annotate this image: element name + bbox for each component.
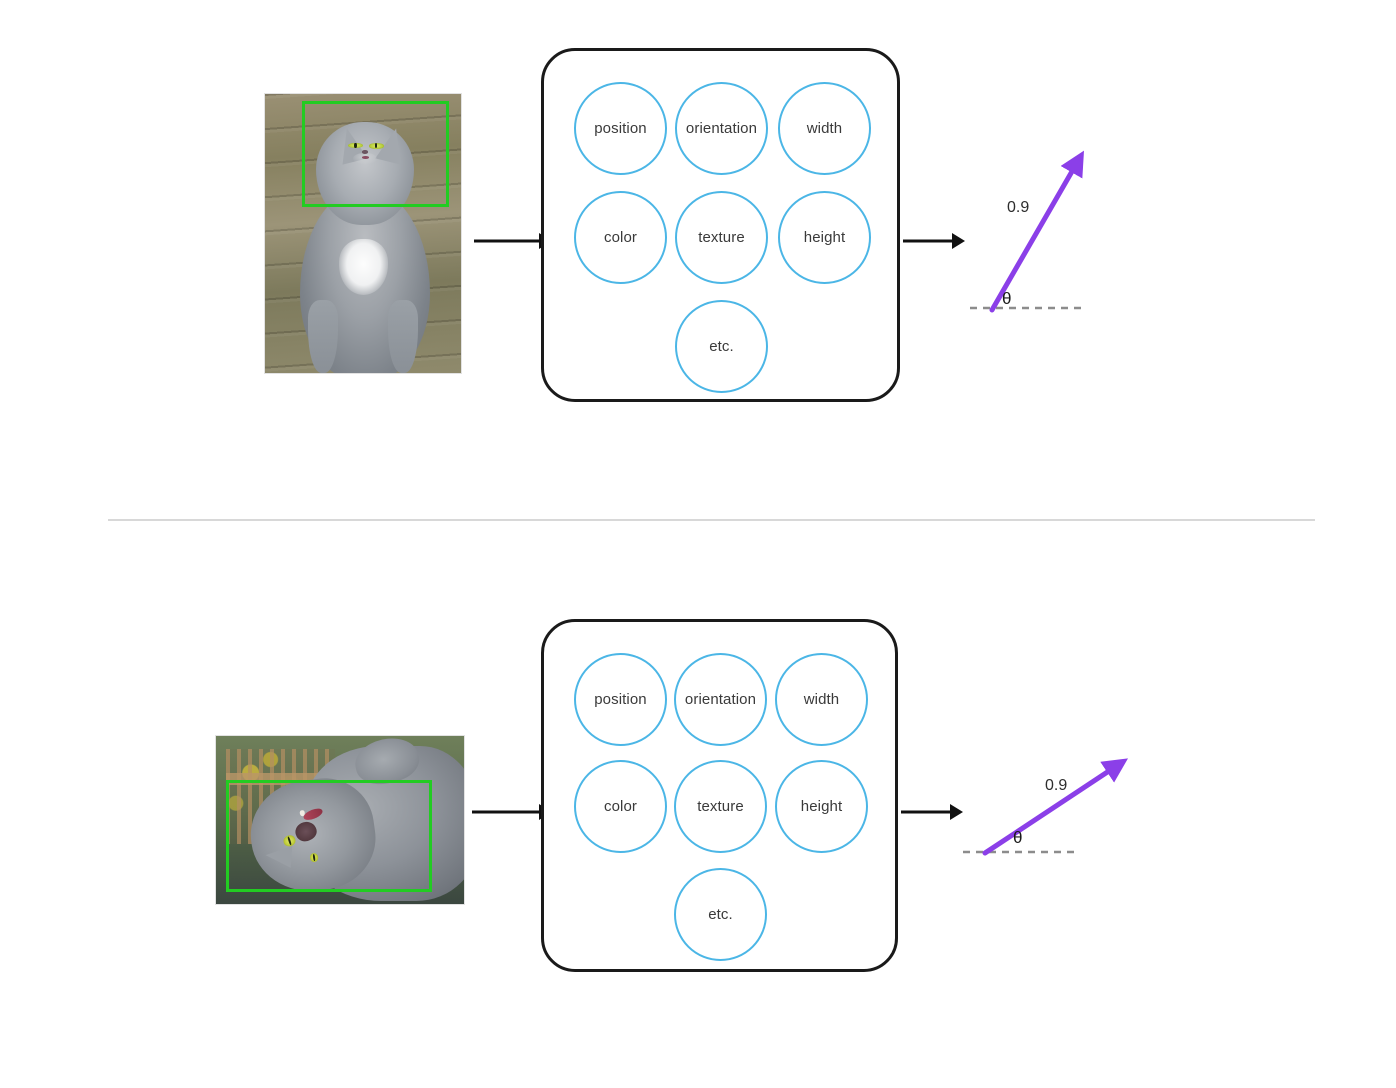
feature-label: orientation (684, 691, 757, 708)
arrow-features-to-vector (903, 233, 965, 249)
feature-circle-texture[interactable]: texture (675, 191, 768, 284)
feature-circle-etc[interactable]: etc. (675, 300, 768, 393)
feature-label: color (603, 229, 637, 246)
feature-circle-position[interactable]: position (574, 653, 667, 746)
feature-circle-height[interactable]: height (778, 191, 871, 284)
diagram-page: position orientation width color texture… (0, 0, 1396, 1088)
feature-label: position (594, 691, 647, 708)
panel-top: position orientation width color texture… (0, 0, 1396, 520)
feature-circle-texture[interactable]: texture (674, 760, 767, 853)
feature-label: texture (697, 798, 744, 815)
feature-label: height (800, 798, 843, 815)
feature-label: texture (698, 229, 745, 246)
feature-label: width (806, 120, 843, 137)
feature-label: orientation (685, 120, 758, 137)
panel-divider (108, 519, 1315, 521)
feature-circle-position[interactable]: position (574, 82, 667, 175)
vector-diagram-top: 0.9 θ (960, 140, 1140, 330)
vector-diagram-bottom: 0.9 θ (955, 758, 1155, 892)
vector-svg (970, 150, 1084, 313)
panel-bottom: position orientation width color texture… (0, 572, 1396, 1088)
arrow-shaft (474, 239, 541, 243)
feature-circle-color[interactable]: color (574, 760, 667, 853)
feature-box: position orientation width color texture… (541, 48, 900, 402)
feature-label: height (803, 229, 846, 246)
bounding-box-face (225, 779, 432, 893)
vector-magnitude-label: 0.9 (1045, 777, 1068, 794)
bounding-box-face (302, 100, 450, 207)
vector-arrow-line (989, 150, 1084, 313)
feature-label: color (603, 798, 637, 815)
arrow-shaft (901, 810, 952, 814)
vector-angle-label: θ (1013, 828, 1023, 847)
arrow-shaft (903, 239, 954, 243)
feature-circle-width[interactable]: width (775, 653, 868, 746)
cat-photo-sitting (264, 93, 462, 374)
feature-circle-etc[interactable]: etc. (674, 868, 767, 961)
cat-leg-left (308, 300, 338, 373)
feature-circle-orientation[interactable]: orientation (675, 82, 768, 175)
feature-box: position orientation width color texture… (541, 619, 898, 972)
feature-label: width (803, 691, 840, 708)
arrow-shaft (472, 810, 541, 814)
feature-circle-orientation[interactable]: orientation (674, 653, 767, 746)
feature-circle-width[interactable]: width (778, 82, 871, 175)
arrow-photo-to-features (472, 804, 552, 820)
vector-angle-label: θ (1002, 289, 1012, 308)
feature-circle-height[interactable]: height (775, 760, 868, 853)
feature-label: etc. (708, 906, 733, 923)
vector-magnitude-label: 0.9 (1007, 199, 1030, 216)
feature-label: position (594, 120, 647, 137)
cat-photo-lying (215, 735, 465, 905)
cat-leg-right (388, 300, 418, 373)
arrow-features-to-vector (901, 804, 963, 820)
feature-circle-color[interactable]: color (574, 191, 667, 284)
feature-label: etc. (709, 338, 734, 355)
